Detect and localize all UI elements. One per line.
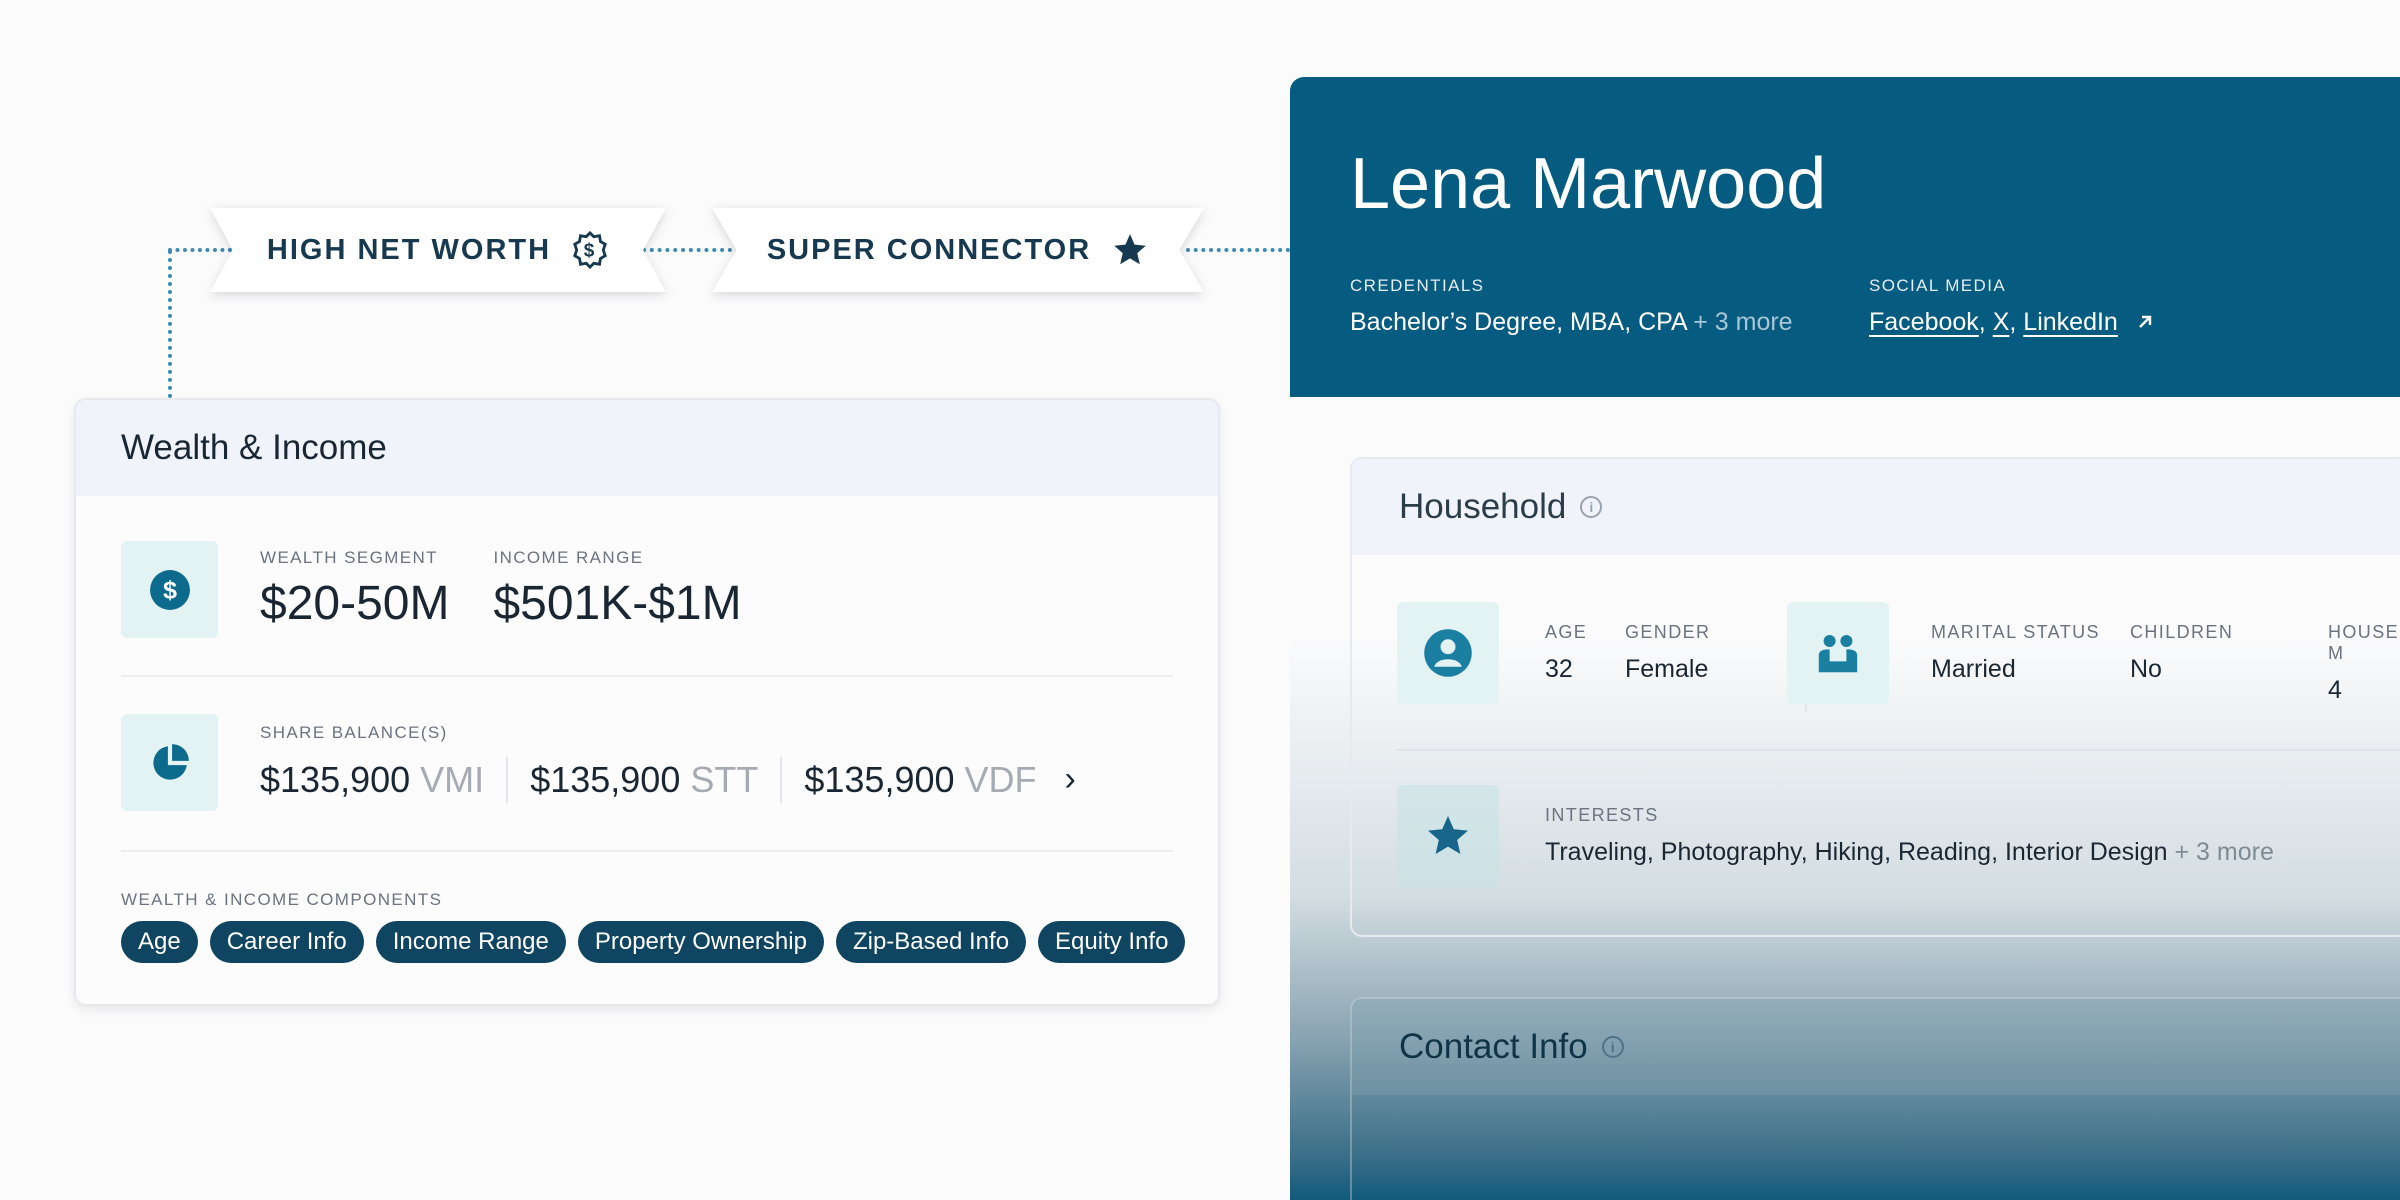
interests-text: Traveling, Photography, Hiking, Reading,… [1545,838,2168,866]
star-icon-tile [1397,785,1499,887]
share-item: $135,900 STT [530,759,758,801]
person-icon [1424,629,1472,677]
components-chips: Age Career Info Income Range Property Ow… [121,921,1186,963]
divider [1397,749,2400,751]
linkedin-link[interactable]: LinkedIn [2023,308,2118,336]
chevron-right-icon[interactable]: › [1065,760,1076,799]
share-balance-label: SHARE BALANCE(S) [260,722,448,742]
interests-value: Traveling, Photography, Hiking, Reading,… [1545,838,2274,867]
age-value: 32 [1545,655,1573,683]
household-card: Household i AGE 32 GENDER Female MARITAL… [1350,457,2400,937]
wealth-segment-label: WEALTH SEGMENT [260,548,438,567]
age-field: AGE 32 [1545,622,1587,684]
gender-value: Female [1625,655,1709,683]
info-icon[interactable]: i [1601,1036,1624,1058]
family-icon [1818,635,1858,673]
share-balance-row: SHARE BALANCE(S) $135,900 VMI $135,900 S… [121,714,1173,811]
contact-info-header: Contact Info i [1352,999,2400,1095]
chip[interactable]: Age [121,921,198,963]
children-label: CHILDREN [2130,622,2234,642]
household-header: Household i [1352,459,2400,555]
household-members-value: 4 [2328,676,2342,704]
share-ticker: VDF [964,758,1037,800]
divider [121,850,1173,852]
children-value: No [2130,655,2162,683]
divider [121,675,1173,677]
contact-info-card: Contact Info i [1350,997,2400,1200]
contact-info-title: Contact Info [1399,1027,1588,1066]
connector-line [168,250,172,398]
facebook-link[interactable]: Facebook [1869,308,1979,336]
social-links: Facebook, X, LinkedIn [1869,308,2155,337]
interests-label: INTERESTS [1545,805,1659,825]
chip[interactable]: Income Range [375,921,566,963]
pie-chart-icon [152,743,189,780]
card-title: Wealth & Income [76,400,1218,496]
chip[interactable]: Zip-Based Info [835,921,1027,963]
profile-panel: Lena Marwood CREDENTIALS Bachelor’s Degr… [1290,77,2400,1200]
share-amount: $135,900 [530,758,681,800]
marital-status-value: Married [1931,655,2016,683]
interests-more-link[interactable]: + 3 more [2175,838,2274,866]
badge-super-connector: SUPER CONNECTOR [712,208,1204,292]
share-item: $135,900 VDF [804,759,1036,801]
marital-status-label: MARITAL STATUS [1931,622,2100,642]
share-item: $135,900 VMI [260,759,484,801]
x-link[interactable]: X [1993,308,2010,336]
components-label: WEALTH & INCOME COMPONENTS [121,890,443,909]
person-icon-tile [1397,602,1499,704]
separator: , [1978,308,1986,336]
wealth-income-card: Wealth & Income $ WEALTH SEGMENT $20-50M… [74,398,1220,1006]
credentials: CREDENTIALS Bachelor’s Degree, MBA, CPA … [1350,276,1793,337]
credentials-value: Bachelor’s Degree, MBA, CPA + 3 more [1350,308,1793,337]
social-media: SOCIAL MEDIA Facebook, X, LinkedIn [1869,276,2155,337]
dollar-coin-icon: $ [573,231,607,269]
divider [506,756,509,803]
share-amount: $135,900 [260,758,411,800]
dollar-circle-icon: $ [149,569,190,610]
svg-text:$: $ [584,241,596,262]
gender-label: GENDER [1625,622,1711,642]
children-field: CHILDREN No [2130,622,2233,684]
age-label: AGE [1545,622,1588,642]
share-ticker: VMI [420,758,485,800]
household-members-label: HOUSEHOLD M [2328,622,2400,663]
separator: , [2009,308,2017,336]
badge-label: SUPER CONNECTOR [766,233,1092,266]
chip[interactable]: Equity Info [1038,921,1186,963]
gender-field: GENDER Female [1625,622,1710,684]
share-ticker: STT [690,758,759,800]
wealth-segment-value: $20-50M [260,577,450,630]
svg-text:$: $ [162,576,176,604]
credentials-label: CREDENTIALS [1350,276,1485,295]
chip[interactable]: Career Info [209,921,364,963]
dollar-icon-tile: $ [121,541,218,638]
household-members-field: HOUSEHOLD M 4 [2328,622,2400,705]
chip[interactable]: Property Ownership [577,921,824,963]
income-range-label: INCOME RANGE [493,548,644,567]
wealth-segment-row: $ WEALTH SEGMENT $20-50M INCOME RANGE $5… [121,541,1173,638]
star-icon [1428,816,1468,854]
credentials-text: Bachelor’s Degree, MBA, CPA [1350,308,1687,336]
badge-label: HIGH NET WORTH [266,233,552,266]
star-icon [1114,234,1147,265]
pie-icon-tile [121,714,218,811]
profile-name: Lena Marwood [1350,144,1827,224]
interests-field: INTERESTS Traveling, Photography, Hiking… [1545,805,2274,867]
income-range-value: $501K-$1M [493,577,742,630]
badge-high-net-worth: HIGH NET WORTH $ [210,208,666,292]
divider [780,756,783,803]
family-icon-tile [1787,602,1889,704]
marital-status-field: MARITAL STATUS Married [1931,622,2100,684]
profile-header: Lena Marwood CREDENTIALS Bachelor’s Degr… [1290,77,2400,397]
info-icon[interactable]: i [1580,496,1603,518]
credentials-more-link[interactable]: + 3 more [1693,308,1792,336]
external-link-icon[interactable] [2135,312,2155,332]
household-title: Household [1399,487,1567,526]
share-amount: $135,900 [804,758,955,800]
social-media-label: SOCIAL MEDIA [1869,276,2007,295]
